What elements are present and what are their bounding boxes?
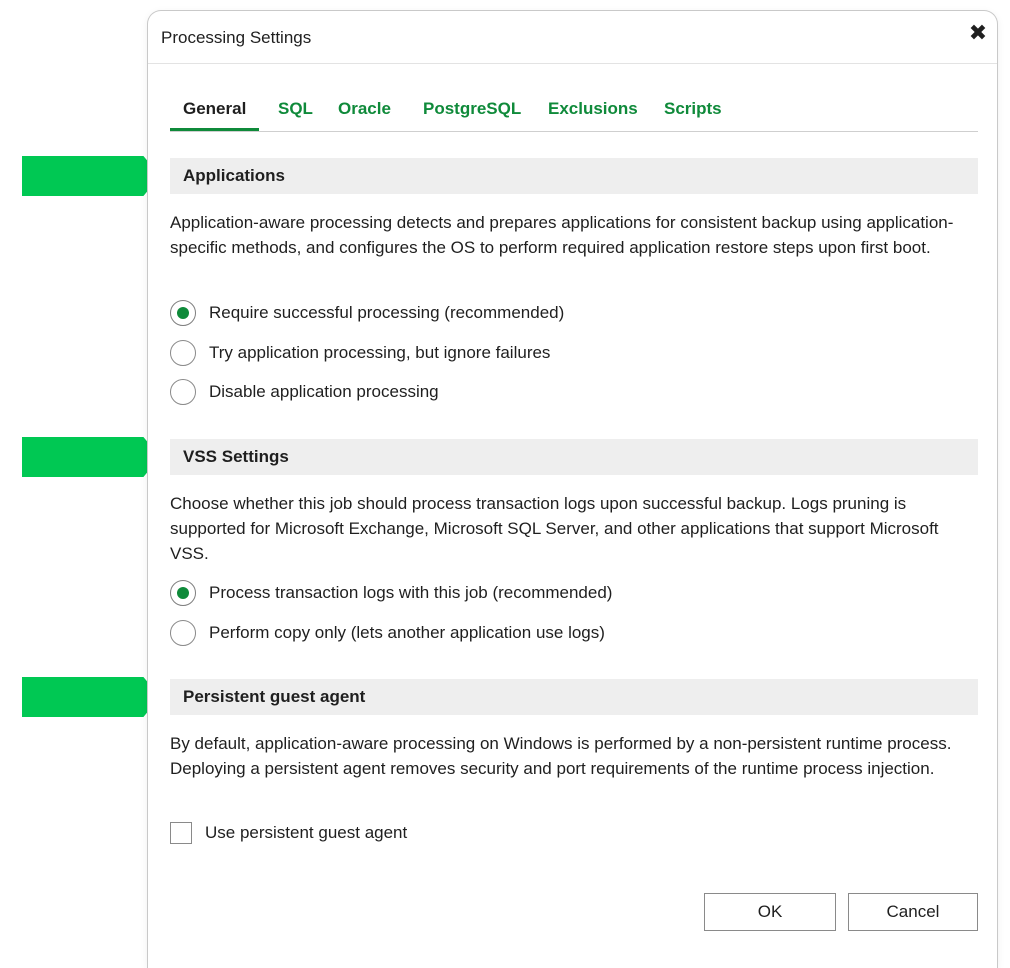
section-header-vss: VSS Settings bbox=[170, 439, 978, 475]
dialog-title: Processing Settings bbox=[161, 28, 312, 47]
annotation-arrow-persistent bbox=[22, 677, 160, 717]
dialog-titlebar: Processing Settings ✖ bbox=[148, 11, 997, 64]
radio-button-selected[interactable] bbox=[170, 300, 196, 326]
annotation-arrow-vss bbox=[22, 437, 160, 477]
radio-process-logs[interactable]: Process transaction logs with this job (… bbox=[170, 579, 612, 607]
radio-label: Perform copy only (lets another applicat… bbox=[209, 623, 605, 642]
checkbox-label: Use persistent guest agent bbox=[205, 823, 408, 842]
radio-copy-only[interactable]: Perform copy only (lets another applicat… bbox=[170, 619, 605, 647]
tab-postgresql[interactable]: PostgreSQL bbox=[423, 99, 521, 129]
close-icon[interactable]: ✖ bbox=[965, 20, 991, 46]
applications-description: Application-aware processing detects and… bbox=[170, 213, 954, 257]
checkbox[interactable] bbox=[170, 822, 192, 844]
persistent-description: By default, application-aware processing… bbox=[170, 734, 952, 778]
section-header-applications: Applications bbox=[170, 158, 978, 194]
radio-label: Try application processing, but ignore f… bbox=[209, 343, 551, 362]
radio-try-processing[interactable]: Try application processing, but ignore f… bbox=[170, 339, 550, 367]
tab-bar: General SQL Oracle PostgreSQL Exclusions… bbox=[170, 99, 978, 132]
radio-label: Process transaction logs with this job (… bbox=[209, 583, 613, 602]
radio-label: Disable application processing bbox=[209, 382, 439, 401]
radio-disable-processing[interactable]: Disable application processing bbox=[170, 378, 439, 406]
tab-general[interactable]: General bbox=[170, 99, 260, 131]
ok-button[interactable]: OK bbox=[704, 893, 836, 931]
section-header-persistent: Persistent guest agent bbox=[170, 679, 978, 715]
vss-description: Choose whether this job should process t… bbox=[170, 494, 939, 563]
tab-scripts[interactable]: Scripts bbox=[664, 99, 722, 129]
processing-settings-dialog: Processing Settings ✖ General SQL Oracle… bbox=[147, 10, 998, 968]
annotation-arrow-applications bbox=[22, 156, 160, 196]
radio-require-successful[interactable]: Require successful processing (recommend… bbox=[170, 299, 564, 327]
radio-button[interactable] bbox=[170, 340, 196, 366]
radio-button[interactable] bbox=[170, 379, 196, 405]
radio-label: Require successful processing (recommend… bbox=[209, 303, 565, 322]
radio-button[interactable] bbox=[170, 620, 196, 646]
checkbox-persistent-agent[interactable]: Use persistent guest agent bbox=[170, 819, 407, 847]
radio-button-selected[interactable] bbox=[170, 580, 196, 606]
cancel-button[interactable]: Cancel bbox=[848, 893, 978, 931]
tab-oracle[interactable]: Oracle bbox=[338, 99, 391, 129]
tab-exclusions[interactable]: Exclusions bbox=[548, 99, 638, 129]
tab-sql[interactable]: SQL bbox=[278, 99, 313, 129]
